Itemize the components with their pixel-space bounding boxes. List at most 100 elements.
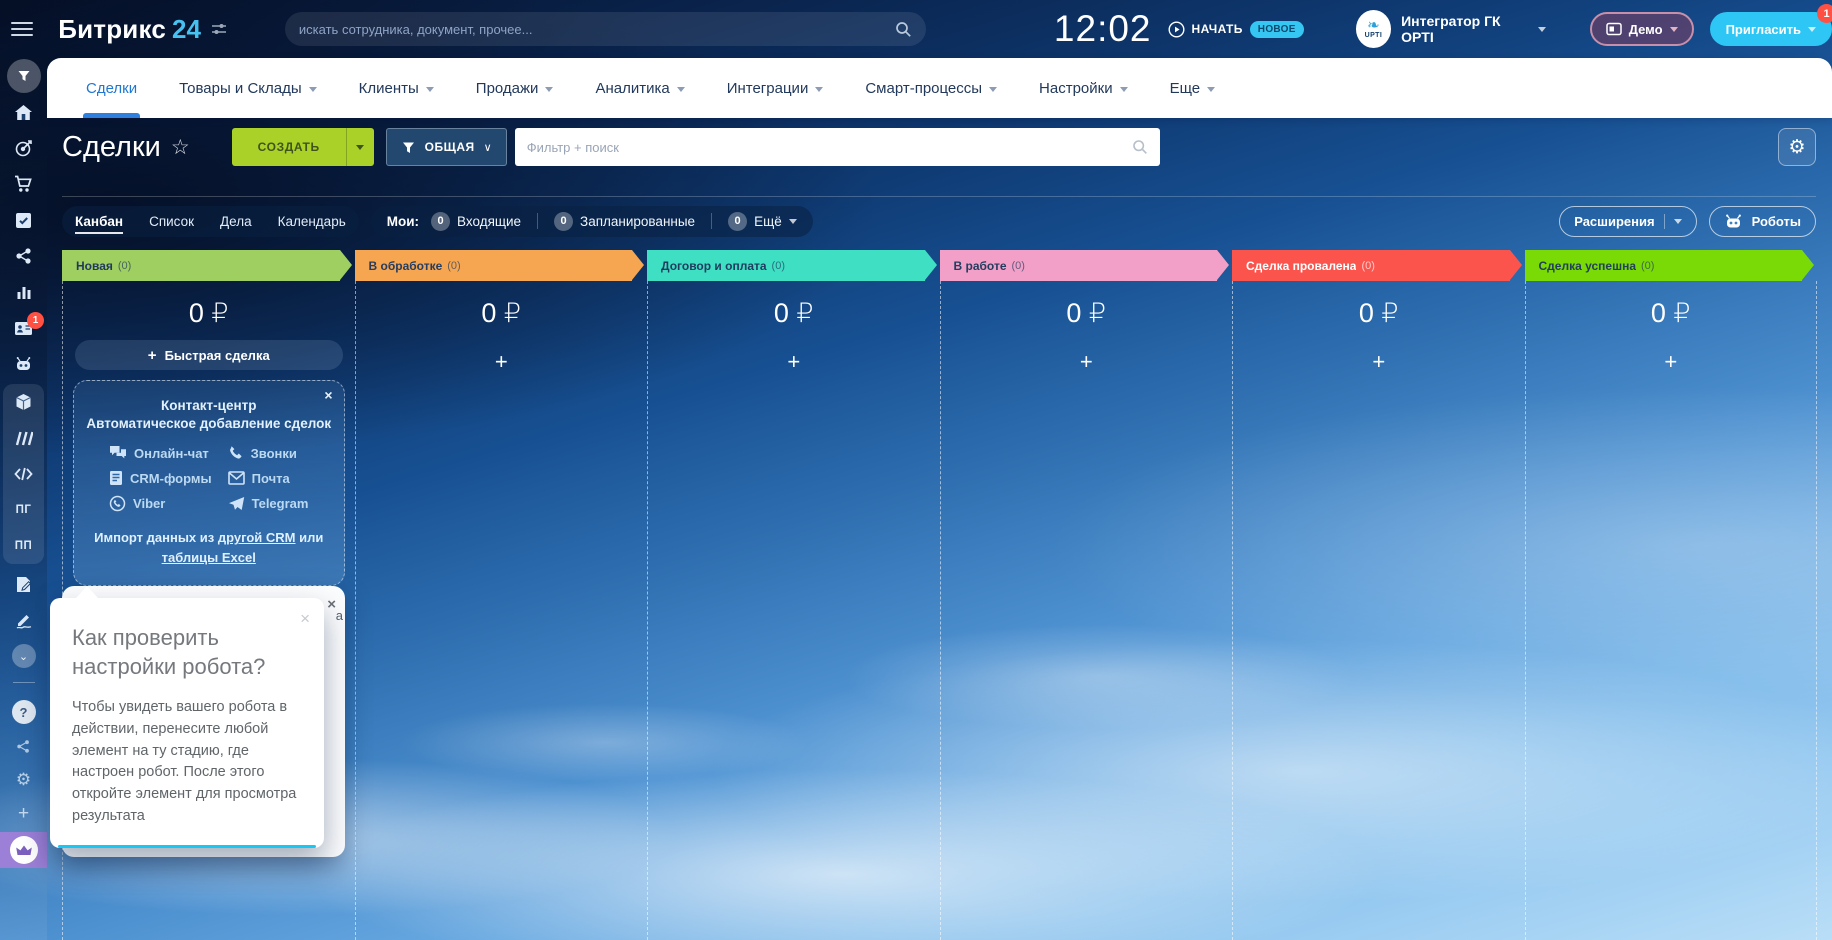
page-title: Сделки ☆ — [62, 130, 190, 163]
tab-calendar[interactable]: Календарь — [265, 214, 359, 229]
close-icon[interactable]: × — [300, 610, 310, 627]
channel-telegram[interactable]: Telegram — [228, 495, 308, 512]
add-deal-button[interactable]: + — [1656, 349, 1686, 379]
counter-badge: 0 — [728, 211, 748, 231]
board-settings-button[interactable]: ⚙ — [1778, 128, 1816, 166]
sidebar-item-marketplace[interactable] — [3, 420, 44, 456]
stage-header[interactable]: В обработке (0) — [354, 250, 644, 281]
channel-crm-forms[interactable]: CRM-формы — [109, 470, 212, 486]
sidebar-item-help[interactable]: ? — [0, 695, 47, 729]
worktime-clock[interactable]: 12:02 — [1054, 8, 1152, 50]
import-excel-link[interactable]: таблицы Excel — [162, 550, 256, 565]
stage-header[interactable]: Договор и оплата (0) — [647, 250, 936, 281]
stage-body: 0 ₽ + — [1232, 281, 1525, 940]
robot-hint-tooltip: × Как проверить настройки робота? Чтобы … — [50, 586, 324, 848]
sidebar-item-share[interactable] — [0, 729, 47, 763]
nav-item-integrations[interactable]: Интеграции — [706, 58, 845, 118]
stage-sum: 0 ₽ — [1650, 298, 1691, 328]
account-menu[interactable]: ❧ UPTI Интегратор ГК OPTI — [1355, 10, 1546, 48]
search-icon[interactable] — [1132, 139, 1148, 155]
channel-calls[interactable]: Звонки — [228, 445, 309, 461]
chevron-down-icon: ⌄ — [11, 644, 36, 668]
sidebar-item-contacts[interactable]: 1 — [0, 310, 47, 346]
sidebar-item-home[interactable] — [0, 94, 47, 130]
nav-item-settings[interactable]: Настройки — [1018, 58, 1149, 118]
chevron-down-icon — [1119, 86, 1128, 92]
chevron-down-icon — [1673, 218, 1682, 224]
signature-icon — [15, 612, 33, 629]
extensions-button[interactable]: Расширения — [1559, 205, 1697, 237]
stage-header[interactable]: В работе (0) — [939, 250, 1229, 281]
create-deal-button[interactable]: СОЗДАТЬ — [231, 128, 374, 166]
gear-icon: ⚙ — [1788, 136, 1806, 158]
global-search-input[interactable] — [298, 21, 895, 37]
sidebar-item-crm[interactable] — [0, 58, 47, 94]
sidebar-item-pg[interactable]: ПГ — [3, 492, 44, 528]
tab-activities[interactable]: Дела — [207, 214, 265, 229]
sliders-icon[interactable] — [211, 21, 227, 37]
add-deal-button[interactable]: + — [1071, 349, 1101, 379]
sidebar-item-settings[interactable]: ⚙ — [0, 763, 47, 797]
nav-item-products[interactable]: Товары и Склады — [158, 58, 338, 118]
search-icon[interactable] — [895, 21, 912, 38]
sidebar-item-collab[interactable] — [0, 238, 47, 274]
stage-header[interactable]: Сделка успешна (0) — [1524, 250, 1814, 281]
counter-planned[interactable]: 0 Запланированные — [554, 211, 695, 231]
close-icon[interactable]: × — [324, 388, 332, 402]
invite-button[interactable]: Пригласить 1 — [1709, 4, 1832, 46]
filter-search-input[interactable] — [526, 139, 1132, 155]
filter-search[interactable] — [514, 128, 1160, 166]
channel-online-chat[interactable]: Онлайн-чат — [109, 445, 212, 461]
sidebar-item-robot[interactable] — [0, 346, 47, 382]
chevron-down-icon — [425, 86, 434, 92]
nav-item-deals[interactable]: Сделки — [65, 58, 158, 118]
global-search[interactable] — [284, 12, 926, 46]
stage-count: (0) — [447, 259, 461, 272]
document-edit-icon — [15, 576, 32, 593]
tab-kanban[interactable]: Канбан — [62, 213, 136, 234]
sidebar-item-add[interactable]: + — [0, 797, 47, 831]
add-deal-button[interactable]: + — [486, 349, 516, 379]
demo-button[interactable]: Демо — [1589, 12, 1694, 46]
sidebar-item-pp[interactable]: ПП — [3, 528, 44, 564]
start-workday-button[interactable]: НАЧАТЬ НОВОЕ — [1168, 20, 1304, 38]
quick-deal-button[interactable]: + Быстрая сделка — [75, 340, 343, 370]
nav-item-clients[interactable]: Клиенты — [338, 58, 455, 118]
play-icon — [1168, 20, 1185, 38]
add-deal-button[interactable]: + — [1364, 349, 1394, 379]
import-crm-link[interactable]: другой CRM — [218, 530, 296, 545]
channel-mail[interactable]: Почта — [227, 470, 309, 486]
chevron-down-icon — [1537, 26, 1546, 32]
favorite-star-icon[interactable]: ☆ — [171, 135, 190, 160]
stage-header[interactable]: Сделка провалена (0) — [1232, 250, 1521, 281]
channel-viber[interactable]: Viber — [109, 495, 212, 512]
hamburger-menu-icon[interactable] — [0, 0, 44, 58]
sidebar-item-subscription[interactable] — [0, 832, 47, 868]
create-dropdown-arrow[interactable] — [345, 128, 374, 166]
close-icon[interactable]: × — [327, 596, 336, 613]
robots-button[interactable]: Роботы — [1708, 205, 1816, 237]
tab-list[interactable]: Список — [136, 214, 207, 229]
mail-icon — [227, 471, 245, 486]
filter-preset-button[interactable]: ОБЩАЯ ∨ — [385, 128, 507, 166]
sidebar-item-sign[interactable] — [0, 602, 47, 638]
nav-item-more[interactable]: Еще — [1149, 58, 1237, 118]
counter-more[interactable]: 0 Ещё — [728, 211, 797, 231]
bitrix24-logo[interactable]: Битрикс 24 — [58, 14, 201, 45]
sidebar-item-catalog[interactable] — [3, 384, 44, 420]
nav-item-sales[interactable]: Продажи — [455, 58, 575, 118]
nav-item-smart-processes[interactable]: Смарт-процессы — [844, 58, 1018, 118]
nav-item-analytics[interactable]: Аналитика — [574, 58, 705, 118]
stage-header[interactable]: Новая (0) — [62, 250, 351, 281]
sidebar-item-shop[interactable] — [0, 166, 47, 202]
sidebar-item-collapse[interactable]: ⌄ — [0, 638, 47, 674]
network-icon — [15, 247, 33, 265]
sidebar-item-analytics[interactable] — [0, 274, 47, 310]
sidebar-item-developer[interactable] — [3, 456, 44, 492]
counter-incoming[interactable]: 0 Входящие — [431, 211, 521, 231]
sidebar-item-marketing[interactable] — [0, 130, 47, 166]
start-label: НАЧАТЬ — [1191, 22, 1243, 36]
add-deal-button[interactable]: + — [779, 349, 809, 379]
sidebar-item-documents[interactable] — [0, 566, 47, 602]
sidebar-item-tasks[interactable] — [0, 202, 47, 238]
